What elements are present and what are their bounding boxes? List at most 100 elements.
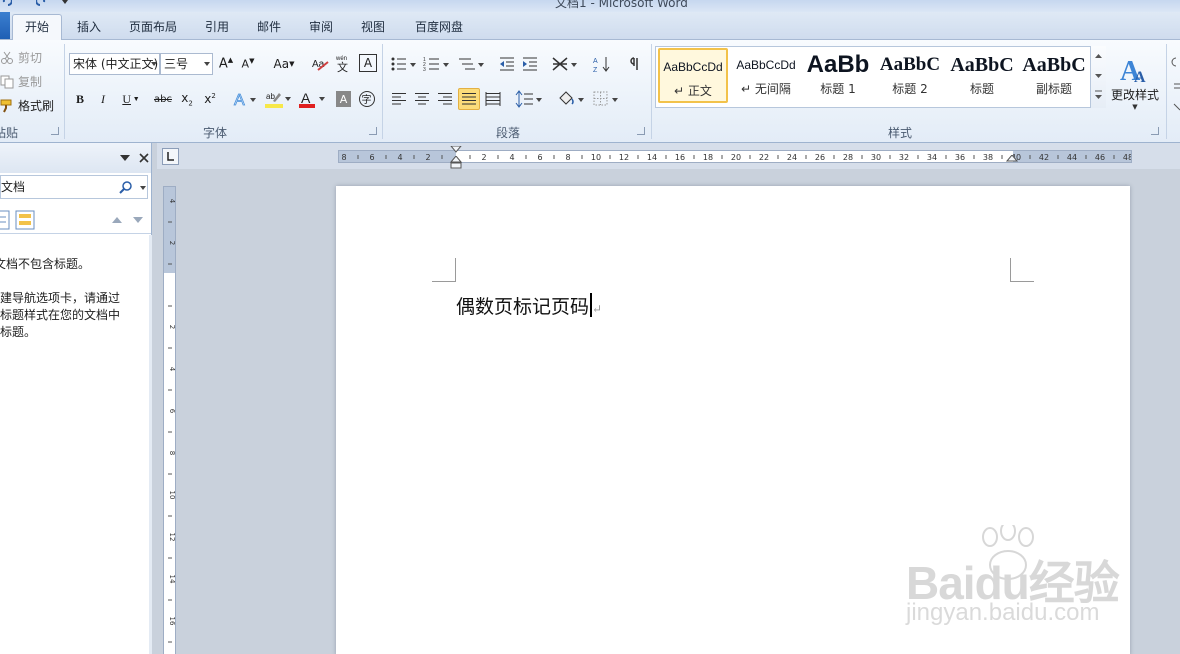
copy-button[interactable]: 复制: [0, 73, 42, 90]
multilevel-list-button[interactable]: [457, 54, 485, 74]
svg-text:Z: Z: [593, 67, 598, 73]
numbering-button[interactable]: 123: [423, 54, 451, 74]
character-shading-button[interactable]: A: [336, 91, 351, 107]
font-color-button[interactable]: A: [297, 89, 327, 109]
sort-button[interactable]: AZ: [591, 54, 613, 74]
tab-baidu-netdisk[interactable]: 百度网盘: [404, 17, 474, 40]
tab-references[interactable]: 引用: [194, 17, 240, 40]
ruler-label: 14: [647, 153, 657, 162]
nav-help-line: 应用标题样式在您的文档中: [0, 308, 121, 322]
strikethrough-button[interactable]: abc: [152, 90, 174, 108]
bullets-button[interactable]: [390, 54, 418, 74]
file-tab[interactable]: [0, 12, 10, 39]
style-normal[interactable]: AaBbCcDd ↵ 正文: [658, 48, 728, 103]
font-launcher-icon[interactable]: [369, 127, 377, 135]
font-name-combo[interactable]: 宋体 (中文正文): [69, 53, 160, 75]
chinese-layout-button[interactable]: [550, 54, 580, 74]
editing-icon[interactable]: [1170, 54, 1180, 114]
chevron-down-icon[interactable]: [1091, 66, 1106, 86]
first-line-indent-icon[interactable]: [450, 146, 462, 154]
font-size-combo[interactable]: 三号: [160, 53, 213, 75]
hanging-indent-icon[interactable]: [450, 156, 462, 170]
text-effects-button[interactable]: A: [232, 89, 260, 109]
tab-home[interactable]: 开始: [12, 14, 62, 41]
enclose-characters-button[interactable]: 字: [358, 90, 376, 108]
nav-pane-scrollbar[interactable]: [149, 235, 152, 654]
style-subtitle[interactable]: AaBbC 副标题: [1019, 48, 1089, 103]
search-options-icon[interactable]: [139, 184, 147, 192]
tab-mailings[interactable]: 邮件: [246, 17, 292, 40]
ruler-label: 4: [168, 199, 176, 204]
scissors-icon: [1, 51, 13, 64]
justify-button[interactable]: [458, 88, 480, 110]
paragraph-launcher-icon[interactable]: [637, 127, 645, 135]
qat-customize-icon[interactable]: [60, 0, 70, 6]
tab-selector-button[interactable]: [162, 148, 179, 165]
style-heading-1[interactable]: AaBb 标题 1: [803, 48, 873, 103]
group-divider: [651, 44, 652, 139]
strikethrough-icon: abc: [154, 93, 172, 105]
decrease-indent-button[interactable]: [497, 54, 517, 74]
ruler-label: 24: [787, 153, 797, 162]
nav-search-box[interactable]: 搜索文档: [0, 175, 148, 199]
style-sample: AaBbCcDd: [663, 60, 723, 74]
browse-results-icon[interactable]: [14, 209, 36, 231]
shrink-font-button[interactable]: A▼: [239, 55, 257, 73]
change-styles-button[interactable]: AA 更改样式 ▼: [1108, 44, 1162, 118]
align-left-button[interactable]: [390, 90, 408, 108]
tab-page-layout[interactable]: 页面布局: [118, 17, 188, 40]
underline-icon: U: [122, 91, 131, 106]
italic-button[interactable]: I: [95, 90, 111, 108]
style-title[interactable]: AaBbC 标题: [947, 48, 1017, 103]
phonetic-guide-button[interactable]: wén 文: [334, 53, 354, 73]
align-center-button[interactable]: [413, 90, 431, 108]
clipboard-launcher-icon[interactable]: [51, 127, 59, 135]
styles-launcher-icon[interactable]: [1151, 127, 1159, 135]
line-spacing-button[interactable]: [515, 89, 543, 109]
distributed-button[interactable]: [484, 90, 502, 108]
right-indent-icon[interactable]: [1006, 155, 1018, 163]
search-icon[interactable]: [119, 180, 133, 194]
close-icon[interactable]: [138, 152, 150, 164]
grow-font-button[interactable]: A▲: [217, 55, 235, 73]
grow-font-icon: A▲: [218, 56, 234, 72]
format-painter-button[interactable]: 格式刷: [0, 97, 54, 114]
previous-heading-icon[interactable]: [111, 215, 123, 225]
show-marks-button[interactable]: [625, 54, 645, 74]
shading-button[interactable]: [556, 89, 586, 109]
bold-button[interactable]: B: [72, 90, 88, 108]
cut-button[interactable]: 剪切: [0, 49, 42, 66]
crop-mark: [1010, 258, 1034, 282]
underline-button[interactable]: U ▼: [118, 90, 144, 108]
tab-view[interactable]: 视图: [350, 17, 396, 40]
undo-icon[interactable]: [2, 0, 12, 6]
highlight-button[interactable]: ab: [263, 89, 293, 109]
style-no-spacing[interactable]: AaBbCcDd ↵ 无间隔: [731, 48, 801, 103]
font-name-value: 宋体 (中文正文): [73, 57, 159, 71]
borders-button[interactable]: [591, 89, 621, 109]
tab-review[interactable]: 审阅: [298, 17, 344, 40]
style-heading-2[interactable]: AaBbC 标题 2: [875, 48, 945, 103]
font-group-label: 字体: [202, 126, 227, 140]
character-border-button[interactable]: A: [359, 54, 377, 72]
clear-formatting-button[interactable]: Aa: [311, 55, 331, 73]
document-text[interactable]: 偶数页标记页码 ↵: [456, 292, 602, 319]
chinese-layout-icon: [552, 57, 577, 71]
styles-scroll[interactable]: [1090, 46, 1106, 108]
increase-indent-button[interactable]: [520, 54, 540, 74]
change-case-button[interactable]: Aa ▼: [270, 55, 298, 73]
redo-icon[interactable]: [36, 0, 46, 6]
nav-pane-menu-icon[interactable]: [118, 152, 132, 164]
subscript-button[interactable]: x2: [178, 90, 196, 108]
ruler-label: 44: [1067, 153, 1077, 162]
chevron-up-icon[interactable]: [1091, 46, 1106, 66]
align-right-button[interactable]: [436, 90, 454, 108]
browse-pages-icon[interactable]: [0, 209, 12, 231]
tab-insert[interactable]: 插入: [66, 17, 112, 40]
ribbon-tabs: 开始 插入 页面布局 引用 邮件 审阅 视图 百度网盘: [0, 12, 1180, 41]
next-heading-icon[interactable]: [132, 215, 144, 225]
more-styles-icon[interactable]: [1091, 86, 1106, 106]
nav-search-input[interactable]: 搜索文档: [1, 176, 25, 198]
vertical-ruler[interactable]: 4224681012141618: [163, 186, 176, 654]
superscript-button[interactable]: x2: [201, 90, 219, 108]
